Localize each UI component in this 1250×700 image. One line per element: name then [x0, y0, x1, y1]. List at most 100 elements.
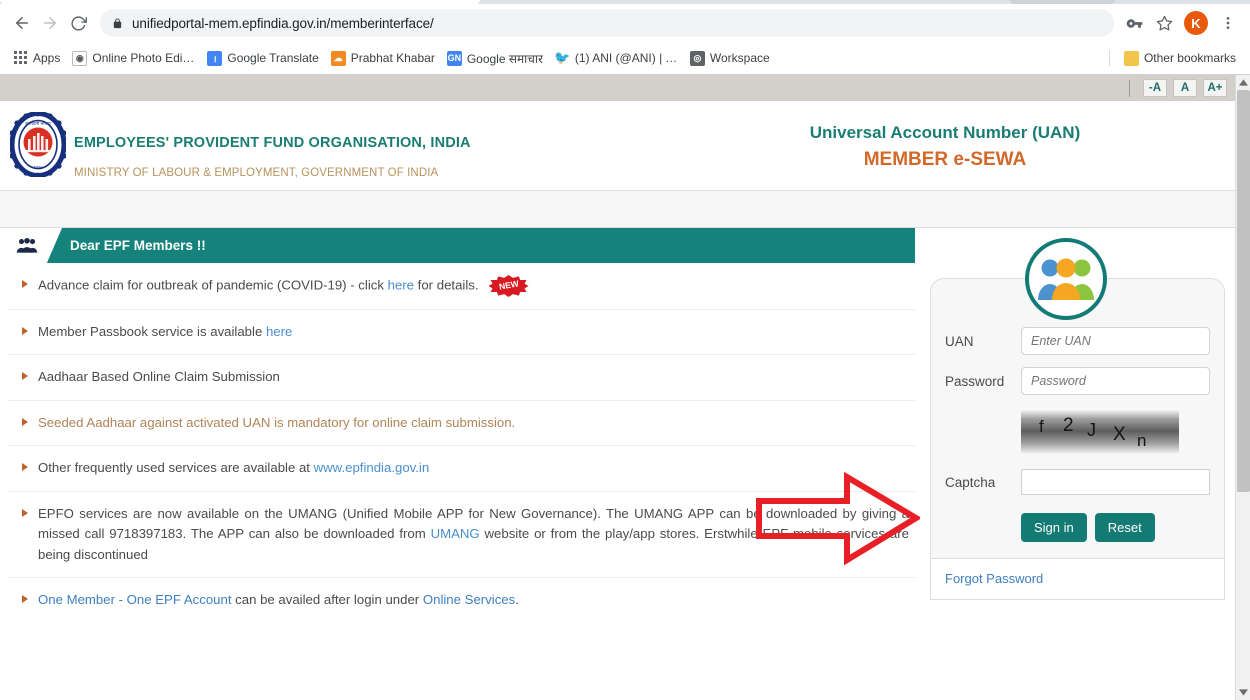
list-item-text: Member Passbook service is available her…: [38, 322, 909, 342]
panel-body: Advance claim for outbreak of pandemic (…: [8, 263, 915, 623]
toolbar-actions: K: [1120, 9, 1242, 37]
text-part: Other frequently used services are avail…: [38, 460, 314, 475]
caret-icon: [22, 595, 28, 603]
bookmark-google-news[interactable]: GN Google समाचार: [441, 47, 549, 70]
page-viewport: -A A A+: [0, 75, 1250, 700]
one-member-link[interactable]: One Member - One EPF Account: [38, 592, 232, 607]
scroll-up-icon[interactable]: [1236, 75, 1250, 90]
bookmark-prabhat-khabar[interactable]: ☁ Prabhat Khabar: [325, 48, 441, 69]
umang-link[interactable]: UMANG: [431, 526, 480, 541]
text-part: for details.: [414, 277, 479, 292]
bookmark-workspace[interactable]: ◎ Workspace: [684, 48, 776, 69]
bookmark-label: Google समाचार: [467, 50, 543, 67]
caret-icon: [22, 509, 28, 517]
bookmark-label: Workspace: [710, 51, 770, 65]
list-item[interactable]: EPFO services are now available on the U…: [8, 492, 915, 578]
bookmark-label: Google Translate: [227, 51, 318, 65]
reset-button[interactable]: Reset: [1095, 513, 1155, 542]
captcha-row: Captcha: [931, 459, 1224, 499]
list-item[interactable]: Member Passbook service is available her…: [8, 310, 915, 355]
epfindia-link[interactable]: www.epfindia.gov.in: [314, 460, 430, 475]
profile-avatar[interactable]: K: [1184, 11, 1208, 35]
svg-text:करमचारी भविष्य: करमचारी भविष्य: [25, 121, 51, 126]
vertical-scrollbar[interactable]: [1235, 75, 1250, 700]
text-part: Advance claim for outbreak of pandemic (…: [38, 277, 388, 292]
caret-icon: [22, 327, 28, 335]
password-key-icon[interactable]: [1120, 9, 1148, 37]
font-decrease-button[interactable]: -A: [1143, 79, 1167, 97]
forgot-password-bar: Forgot Password: [930, 559, 1225, 600]
list-item[interactable]: Seeded Aadhaar against activated UAN is …: [8, 401, 915, 446]
list-item[interactable]: Other frequently used services are avail…: [8, 446, 915, 491]
fontbar-divider: [1129, 80, 1130, 97]
captcha-char: n: [1137, 431, 1146, 451]
caret-icon: [22, 463, 28, 471]
forgot-password-link[interactable]: Forgot Password: [945, 571, 1043, 586]
new-badge-label: NEW: [487, 272, 530, 301]
bookmarks-bar: Apps ◉ Online Photo Editor... । Google T…: [0, 42, 1250, 74]
address-bar[interactable]: unifiedportal-mem.epfindia.gov.in/member…: [100, 9, 1114, 37]
other-bookmarks-button[interactable]: Other bookmarks: [1118, 48, 1242, 69]
bookmark-online-photo-editor[interactable]: ◉ Online Photo Editor...: [66, 48, 201, 69]
uan-label: UAN: [945, 334, 1021, 349]
password-label: Password: [945, 374, 1021, 389]
lock-icon: [112, 17, 123, 30]
ministry-subtitle: MINISTRY OF LABOUR & EMPLOYMENT, GOVERNM…: [74, 167, 438, 179]
sign-in-button[interactable]: Sign in: [1021, 513, 1087, 542]
members-group-icon: [16, 237, 38, 254]
site-header: करमचारी भविष्य भारत EMPLOYEES' PROVIDENT…: [0, 101, 1235, 191]
other-bookmarks-label: Other bookmarks: [1144, 51, 1236, 65]
workspace-icon: ◎: [690, 51, 705, 66]
captcha-image-row: f 2 J X n: [931, 401, 1224, 459]
font-normal-button[interactable]: A: [1173, 79, 1197, 97]
here-link[interactable]: here: [388, 277, 414, 292]
caret-icon: [22, 280, 28, 288]
forward-button[interactable]: [36, 9, 64, 37]
list-item-text: EPFO services are now available on the U…: [38, 504, 909, 565]
uan-title: Universal Account Number (UAN): [735, 123, 1155, 143]
bookmark-label: (1) ANI (@ANI) | Tw...: [575, 51, 678, 65]
browser-toolbar: unifiedportal-mem.epfindia.gov.in/member…: [0, 4, 1250, 42]
panel-title: Dear EPF Members !!: [70, 238, 206, 253]
reload-button[interactable]: [64, 9, 92, 37]
panel-header: Dear EPF Members !!: [8, 228, 915, 263]
epfo-emblem-logo: करमचारी भविष्य भारत: [10, 112, 66, 177]
back-button[interactable]: [8, 9, 36, 37]
password-input[interactable]: [1021, 367, 1210, 395]
chrome-menu-icon[interactable]: [1214, 9, 1242, 37]
login-panel: UAN Password f 2 J X n: [930, 278, 1225, 600]
password-row: Password: [931, 361, 1224, 401]
bookmark-apps[interactable]: Apps: [8, 48, 66, 68]
panel-header-notch: [8, 228, 62, 263]
main-content: Dear EPF Members !! Advance claim for ou…: [0, 228, 1235, 700]
captcha-label: Captcha: [945, 475, 1021, 490]
apps-grid-icon: [14, 51, 28, 65]
font-increase-button[interactable]: A+: [1203, 79, 1227, 97]
font-size-toolbar: -A A A+: [0, 75, 1235, 101]
bookmark-google-translate[interactable]: । Google Translate: [201, 48, 324, 69]
members-avatar-icon: [1025, 238, 1107, 320]
list-item-text: Advance claim for outbreak of pandemic (…: [38, 275, 909, 297]
text-part: can be availed after login under: [232, 592, 423, 607]
list-item-text: Other frequently used services are avail…: [38, 458, 909, 478]
online-services-link[interactable]: Online Services: [423, 592, 515, 607]
secondary-navbar: [0, 191, 1235, 228]
browser-chrome: unifiedportal-mem.epfindia.gov.in/member…: [0, 0, 1250, 75]
uan-input[interactable]: [1021, 327, 1210, 355]
bookmark-star-icon[interactable]: [1150, 9, 1178, 37]
login-card: UAN Password f 2 J X n: [930, 278, 1225, 559]
organisation-title: EMPLOYEES' PROVIDENT FUND ORGANISATION, …: [74, 135, 471, 151]
bookmark-ani-twitter[interactable]: 🐦 (1) ANI (@ANI) | Tw...: [549, 48, 684, 69]
uan-row: UAN: [931, 321, 1224, 361]
bookmark-label: Apps: [33, 51, 60, 65]
list-item-text: Seeded Aadhaar against activated UAN is …: [38, 413, 909, 433]
list-item[interactable]: One Member - One EPF Account can be avai…: [8, 578, 915, 622]
list-item[interactable]: Aadhaar Based Online Claim Submission: [8, 355, 915, 400]
here-link[interactable]: here: [266, 324, 292, 339]
captcha-input[interactable]: [1021, 469, 1210, 495]
scroll-down-icon[interactable]: [1236, 685, 1250, 700]
photo-editor-icon: ◉: [72, 51, 87, 66]
scrollbar-thumb[interactable]: [1237, 90, 1250, 492]
captcha-char: J: [1087, 420, 1096, 441]
list-item[interactable]: Advance claim for outbreak of pandemic (…: [8, 263, 915, 310]
